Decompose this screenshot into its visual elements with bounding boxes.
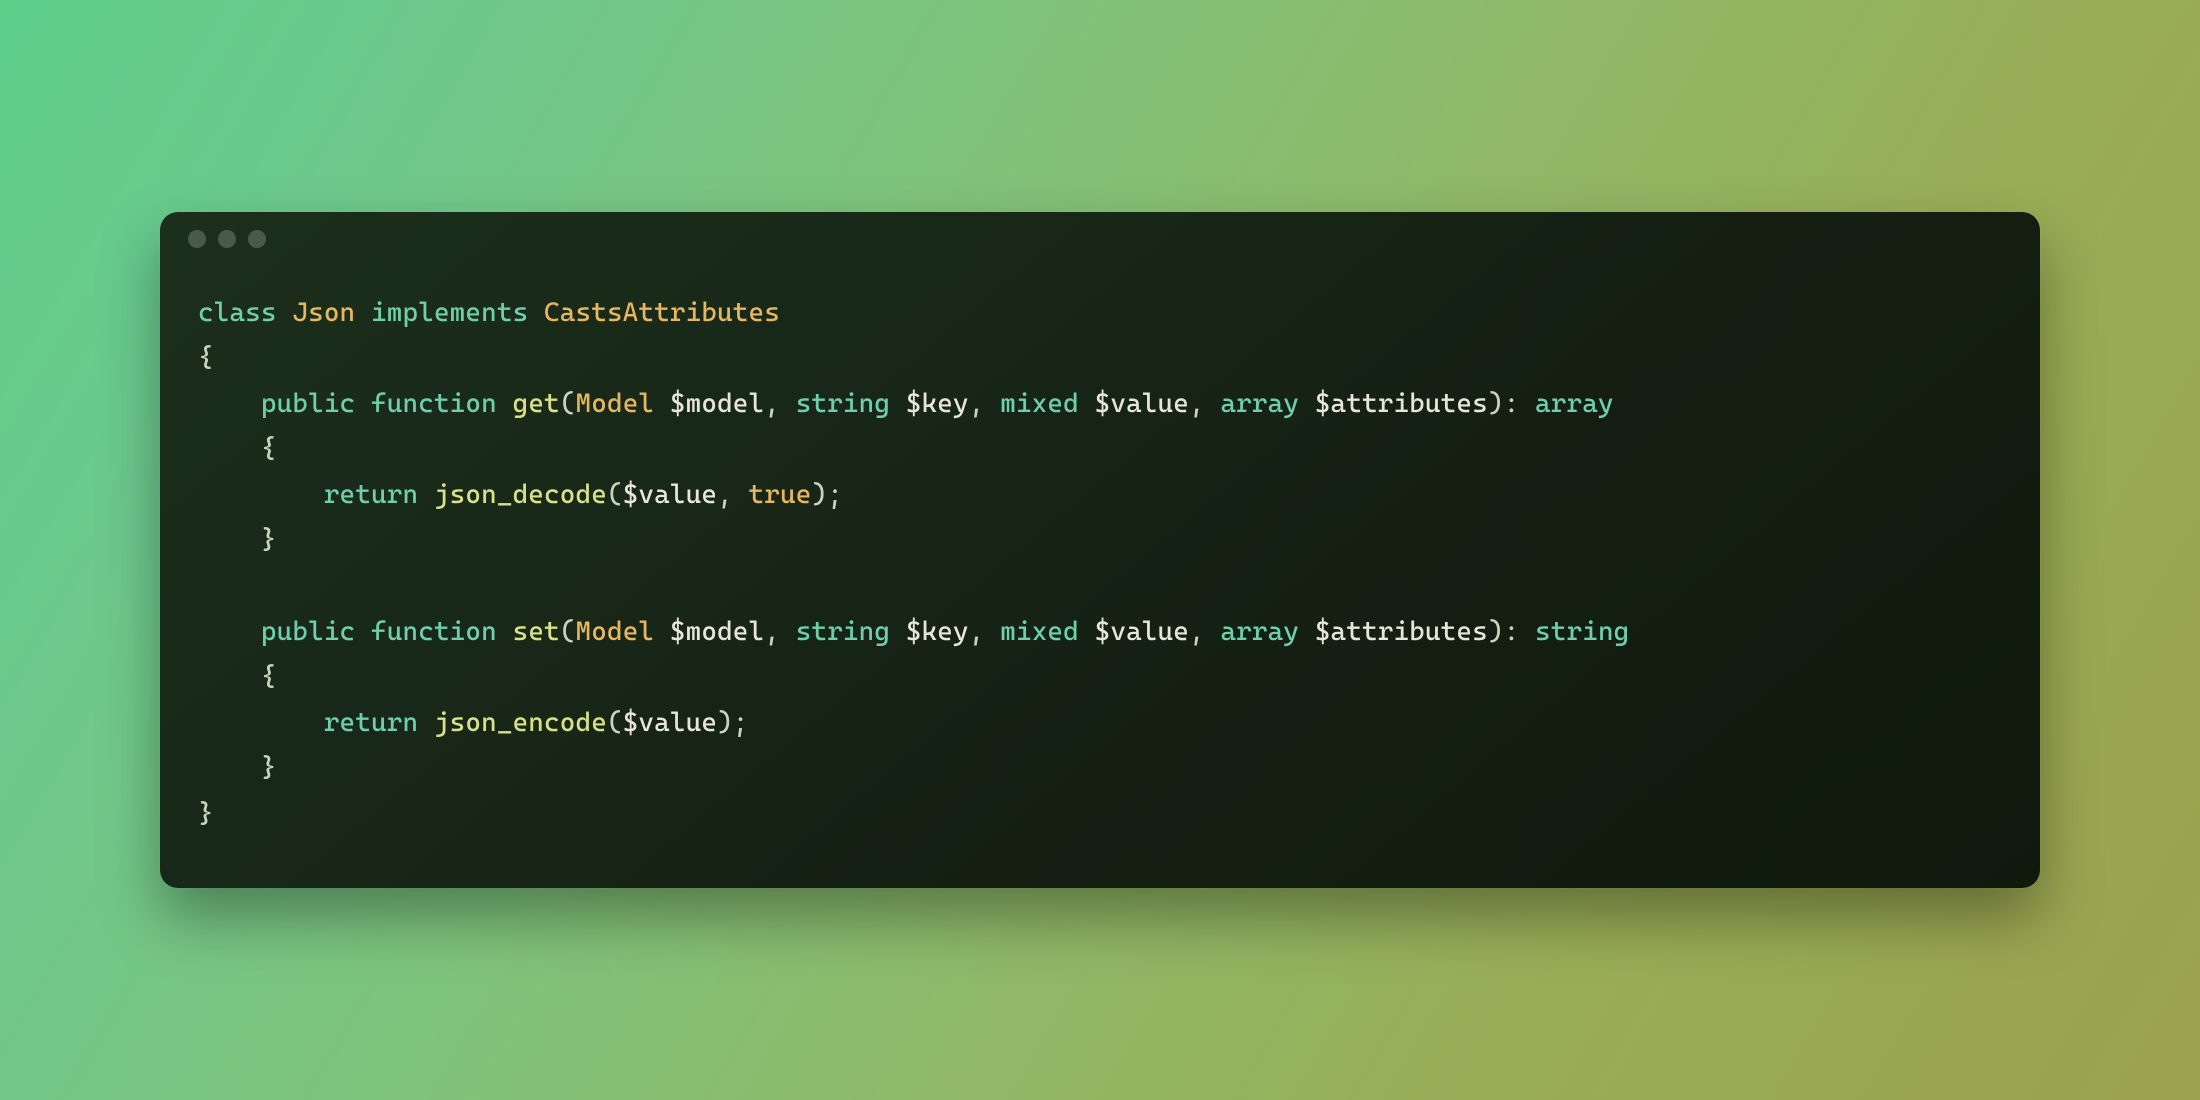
paren-close: ): [1488, 388, 1504, 419]
paren-open: (: [560, 388, 576, 419]
param-type: array: [1220, 388, 1299, 419]
keyword-class: class: [198, 297, 277, 328]
param-type: array: [1220, 616, 1299, 647]
comma: ,: [1189, 388, 1220, 419]
comma: ,: [1189, 616, 1220, 647]
paren-close: ): [1488, 616, 1504, 647]
keyword-return: return: [324, 707, 418, 738]
keyword-function: function: [371, 388, 497, 419]
keyword-return: return: [324, 479, 418, 510]
keyword-function: function: [371, 616, 497, 647]
param-var: $key: [906, 388, 969, 419]
traffic-light-minimize-icon[interactable]: [218, 230, 236, 248]
literal: true: [749, 479, 812, 510]
function-call: json_decode: [434, 479, 607, 510]
traffic-light-maximize-icon[interactable]: [248, 230, 266, 248]
brace-close: }: [198, 798, 214, 829]
body-close: }: [261, 752, 277, 783]
return-type: string: [1535, 616, 1629, 647]
comma: ,: [969, 388, 1000, 419]
param-type: Model: [576, 616, 655, 647]
paren-open: (: [560, 616, 576, 647]
keyword-public: public: [261, 388, 355, 419]
paren-open: (: [607, 707, 623, 738]
param-type: string: [796, 388, 890, 419]
paren-close: ): [717, 707, 733, 738]
colon: :: [1504, 616, 1535, 647]
method-name-set: set: [513, 616, 560, 647]
keyword-public: public: [261, 616, 355, 647]
window-titlebar: [160, 212, 2040, 266]
return-type: array: [1535, 388, 1614, 419]
param-type: Model: [576, 388, 655, 419]
keyword-implements: implements: [371, 297, 528, 328]
comma: ,: [969, 616, 1000, 647]
paren-close: ): [811, 479, 827, 510]
semicolon: ;: [733, 707, 749, 738]
comma: ,: [717, 479, 748, 510]
code-window: class Json implements CastsAttributes { …: [160, 212, 2040, 889]
param-type: mixed: [1000, 388, 1079, 419]
comma: ,: [764, 616, 795, 647]
comma: ,: [764, 388, 795, 419]
arg: $value: [623, 707, 717, 738]
function-call: json_encode: [434, 707, 607, 738]
interface-name: CastsAttributes: [544, 297, 780, 328]
method-name-get: get: [513, 388, 560, 419]
body-open: {: [261, 661, 277, 692]
code-block: class Json implements CastsAttributes { …: [160, 266, 2040, 889]
param-var: $model: [670, 616, 764, 647]
arg: $value: [623, 479, 717, 510]
param-type: mixed: [1000, 616, 1079, 647]
param-var: $key: [906, 616, 969, 647]
class-name: Json: [292, 297, 355, 328]
param-var: $attributes: [1315, 388, 1488, 419]
param-var: $model: [670, 388, 764, 419]
colon: :: [1504, 388, 1535, 419]
traffic-light-close-icon[interactable]: [188, 230, 206, 248]
param-type: string: [796, 616, 890, 647]
body-close: }: [261, 524, 277, 555]
param-var: $value: [1095, 616, 1189, 647]
paren-open: (: [607, 479, 623, 510]
param-var: $value: [1095, 388, 1189, 419]
body-open: {: [261, 433, 277, 464]
semicolon: ;: [827, 479, 843, 510]
param-var: $attributes: [1315, 616, 1488, 647]
brace-open: {: [198, 342, 214, 373]
